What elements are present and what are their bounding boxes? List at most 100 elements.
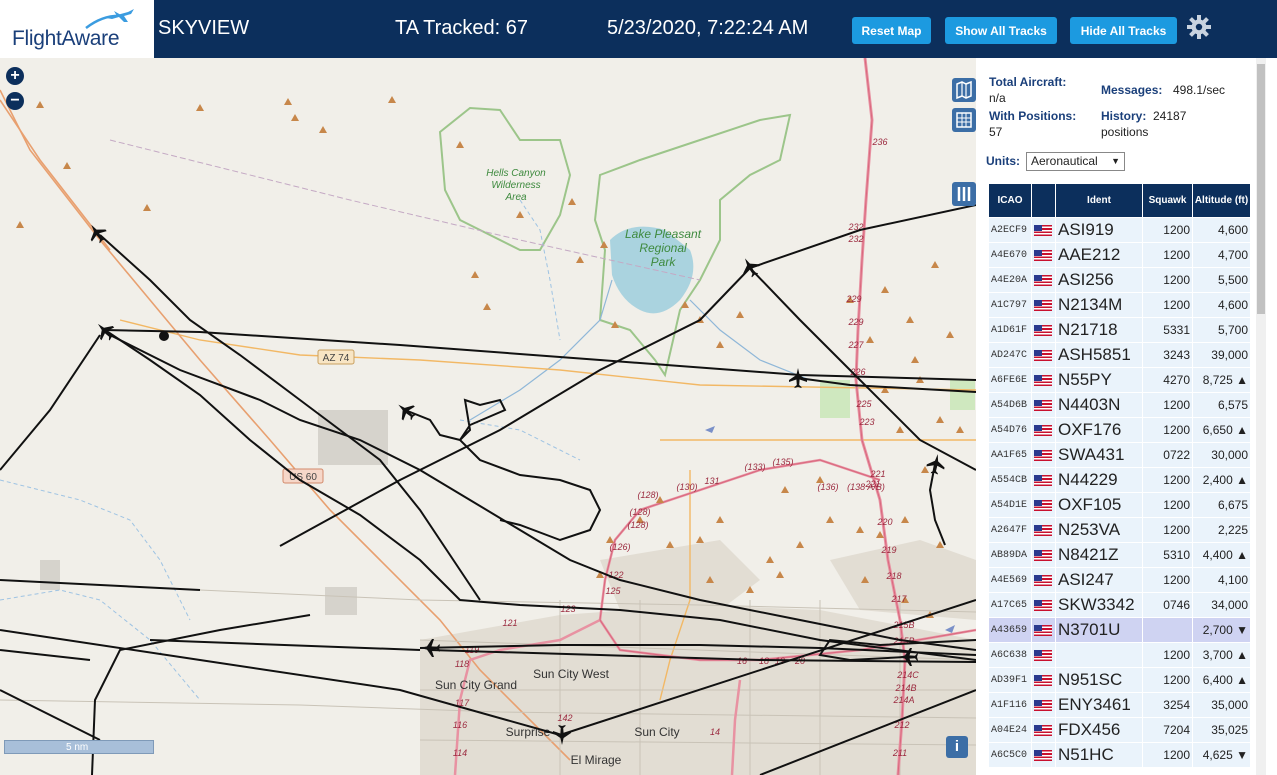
units-select[interactable]: Aeronautical ▼ [1026,152,1125,171]
ident-cell: ASI256 [1056,268,1142,292]
peak-icon [681,301,689,308]
squawk-cell [1143,618,1192,642]
flag-cell [1032,493,1055,517]
peak-icon [881,286,889,293]
peak-icon [921,466,929,473]
flag-cell [1032,543,1055,567]
table-row[interactable]: A2647F N253VA 1200 2,225 [989,518,1250,542]
table-row[interactable]: A04E24 FDX456 7204 35,025 [989,718,1250,742]
flightaware-logo[interactable]: FlightAware [0,0,154,58]
messages-value: 498.1/sec [1173,83,1226,97]
table-row[interactable]: AD247C ASH5851 3243 39,000 [989,343,1250,367]
map-layers-icon[interactable] [952,78,976,102]
us-flag-icon [1034,300,1052,312]
aircraft-icon[interactable] [393,398,420,425]
peak-icon [781,486,789,493]
peak-icon [143,204,151,211]
ident-cell: ENY3461 [1056,693,1142,717]
icao-cell: A54D1E [989,493,1031,517]
icao-cell: A43659 [989,618,1031,642]
el-mirage-label: El Mirage [571,753,622,767]
scrollbar-thumb[interactable] [1257,64,1265,314]
table-row[interactable]: A554CB N44229 1200 2,400 ▲ [989,468,1250,492]
peak-icon [471,271,479,278]
peak-icon [956,426,964,433]
col-ident[interactable]: Ident [1056,184,1142,217]
table-row[interactable]: AB89DA N8421Z 5310 4,400 ▲ [989,543,1250,567]
flag-cell [1032,318,1055,342]
messages-label: Messages: [1101,83,1163,97]
table-row[interactable]: A54D1E OXF105 1200 6,675 [989,493,1250,517]
ident-cell: N8421Z [1056,543,1142,567]
peak-icon [600,241,608,248]
table-row[interactable]: A4E20A ASI256 1200 5,500 [989,268,1250,292]
road-number-label: (128) [637,490,658,500]
peak-icon [776,571,784,578]
us-flag-icon [1034,550,1052,562]
table-row[interactable]: AD39F1 N951SC 1200 6,400 ▲ [989,668,1250,692]
aircraft-icon[interactable] [925,453,946,476]
road-number-label: 214C [896,670,919,680]
col-altitude[interactable]: Altitude (ft) [1193,184,1250,217]
hells-canyon-label-3: Area [504,192,527,203]
flag-cell [1032,743,1055,767]
table-row[interactable]: A4E670 AAE212 1200 4,700 [989,243,1250,267]
table-row[interactable]: A1F116 ENY3461 3254 35,000 [989,693,1250,717]
icao-cell: AB89DA [989,543,1031,567]
us-flag-icon [1034,675,1052,687]
road-number-label: 225 [855,399,872,409]
flag-cell [1032,618,1055,642]
aircraft-table[interactable]: ICAO Ident Squawk Altitude (ft) A2ECF9 AS… [988,183,1250,775]
table-row[interactable]: AA1F65 SWA431 0722 30,000 [989,443,1250,467]
peak-icon [483,303,491,310]
ident-cell: N2134M [1056,293,1142,317]
table-row[interactable]: A6C638 1200 3,700 ▲ [989,643,1250,667]
us-flag-icon [1034,725,1052,737]
icao-cell: A6C638 [989,643,1031,667]
table-row[interactable]: A54D6B N4403N 1200 6,575 [989,393,1250,417]
road-number-label: 229 [847,317,863,327]
ident-cell: N44229 [1056,468,1142,492]
table-row[interactable]: A6C5C0 N51HC 1200 4,625 ▼ [989,743,1250,767]
col-squawk[interactable]: Squawk [1143,184,1192,217]
table-row[interactable]: A1C797 N2134M 1200 4,600 [989,293,1250,317]
reset-map-button[interactable]: Reset Map [852,17,931,44]
us-flag-icon [1034,625,1052,637]
table-row[interactable]: A17C65 SKW3342 0746 34,000 [989,593,1250,617]
table-row[interactable]: A43659 N3701U 2,700 ▼ [989,618,1250,642]
table-row[interactable]: A4E569 ASI247 1200 4,100 [989,568,1250,592]
col-icao[interactable]: ICAO [989,184,1031,217]
ident-cell [1056,643,1142,667]
table-row[interactable]: A2ECF9 ASI919 1200 4,600 [989,218,1250,242]
table-row[interactable]: A6FE6E N55PY 4270 8,725 ▲ [989,368,1250,392]
altitude-cell: 39,000 [1193,343,1250,367]
zoom-in-button[interactable]: + [6,67,24,85]
info-button[interactable]: i [946,736,968,758]
col-flag[interactable] [1032,184,1055,217]
grid-icon[interactable] [952,108,976,132]
map-canvas[interactable]: AZ 74 US 60 Hells Canyon Wilderness Area… [0,58,976,775]
road-number-label: 236 [871,137,887,147]
squawk-cell: 0746 [1143,593,1192,617]
road-number-label: (128) [627,520,648,530]
hide-all-tracks-button[interactable]: Hide All Tracks [1070,17,1177,44]
altitude-cell: 6,675 [1193,493,1250,517]
ident-cell: N4403N [1056,393,1142,417]
table-row[interactable]: A1D61F N21718 5331 5,700 [989,318,1250,342]
peak-icon [196,104,204,111]
ident-cell: SKW3342 [1056,593,1142,617]
peak-icon [916,376,924,383]
icao-cell: A17C65 [989,593,1031,617]
zoom-out-button[interactable]: − [6,92,24,110]
map-view[interactable]: AZ 74 US 60 Hells Canyon Wilderness Area… [0,58,976,775]
road-number-label: 214A [892,695,914,705]
us-flag-icon [1034,375,1052,387]
columns-icon[interactable] [952,182,976,206]
show-all-tracks-button[interactable]: Show All Tracks [945,17,1057,44]
squawk-cell: 1200 [1143,668,1192,692]
table-row[interactable]: A54D76 OXF176 1200 6,650 ▲ [989,418,1250,442]
altitude-cell: 6,575 [1193,393,1250,417]
gear-icon[interactable] [1186,14,1212,40]
units-label: Units: [986,154,1020,168]
road-number-label: 123 [560,604,575,614]
